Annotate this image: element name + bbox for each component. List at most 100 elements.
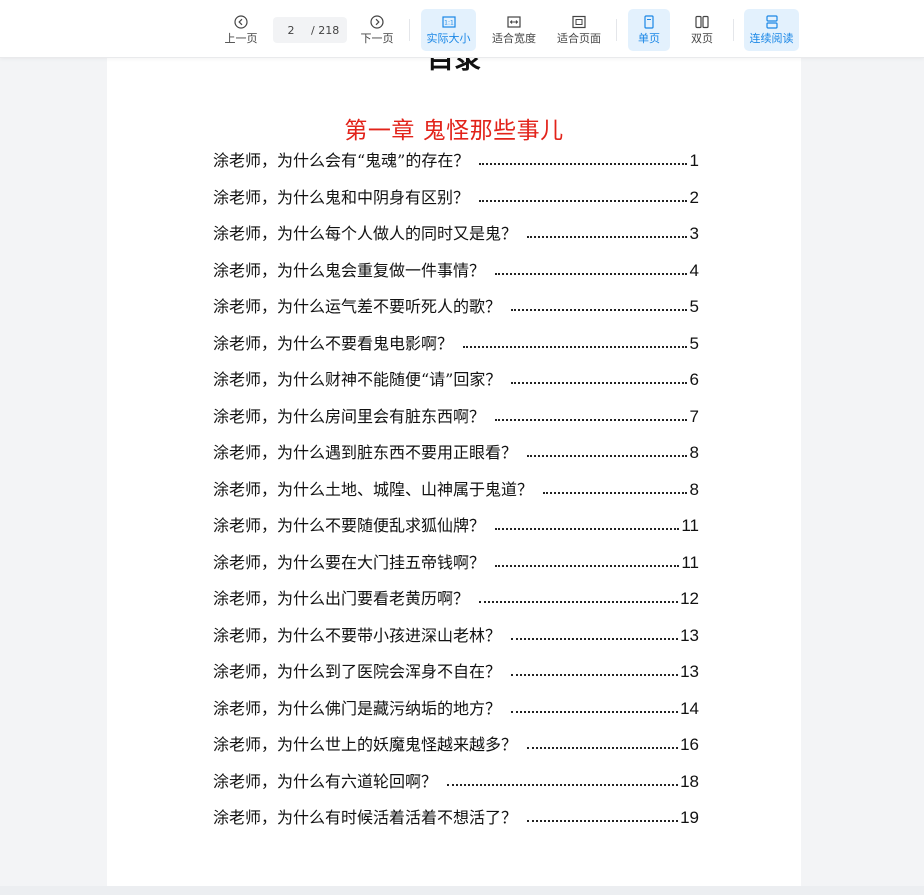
toc-entry-title: 涂老师，为什么运气差不要听死人的歌？ bbox=[213, 297, 502, 316]
toc-entry-page-number: 11 bbox=[681, 516, 699, 535]
toc-dot-leader bbox=[495, 417, 687, 421]
total-pages: / 218 bbox=[311, 23, 340, 37]
actual-size-label: 实际大小 bbox=[426, 32, 471, 45]
toc-dot-leader bbox=[511, 636, 679, 640]
chevron-left-circle-icon bbox=[234, 15, 248, 29]
toc-dot-leader bbox=[527, 453, 687, 457]
toc-entry-title: 涂老师，为什么世上的妖魔鬼怪越来越多？ bbox=[213, 735, 518, 754]
toc-entry-title: 涂老师，为什么遇到脏东西不要用正眼看？ bbox=[213, 443, 518, 462]
toc-dot-leader bbox=[479, 198, 687, 202]
double-page-label: 双页 bbox=[691, 32, 713, 45]
toc-entry[interactable]: 涂老师，为什么有时候活着活着不想活了？ 19 bbox=[213, 804, 699, 828]
next-page-button[interactable]: 下一页 bbox=[357, 9, 397, 51]
toolbar-divider bbox=[616, 19, 617, 41]
prev-page-button[interactable]: 上一页 bbox=[221, 9, 261, 51]
toc-entry-title: 涂老师，为什么财神不能随便“请”回家？ bbox=[213, 370, 502, 389]
toc-entry[interactable]: 涂老师，为什么有六道轮回啊？ 18 bbox=[213, 768, 699, 792]
toc-entry-page-number: 14 bbox=[680, 698, 699, 718]
single-page-button[interactable]: 单页 bbox=[628, 9, 670, 51]
svg-text:1:1: 1:1 bbox=[444, 20, 454, 27]
single-page-label: 单页 bbox=[638, 32, 660, 45]
next-page-label: 下一页 bbox=[360, 32, 394, 45]
toc-entry[interactable]: 涂老师，为什么不要带小孩进深山老林？ 13 bbox=[213, 622, 699, 646]
chevron-right-circle-icon bbox=[370, 15, 384, 29]
bottom-scroll-area bbox=[0, 886, 924, 895]
toc-entry-title: 涂老师，为什么会有“鬼魂”的存在？ bbox=[213, 151, 470, 170]
fit-width-button[interactable]: 适合宽度 bbox=[488, 9, 540, 51]
toc-entry-page-number: 6 bbox=[689, 370, 699, 389]
toc-entry[interactable]: 涂老师，为什么到了医院会浑身不自在？ 13 bbox=[213, 658, 699, 682]
document-viewer[interactable]: 目录 第一章 鬼怪那些事儿 涂老师，为什么会有“鬼魂”的存在？ 1 涂老师，为什么鬼… bbox=[0, 57, 924, 886]
toc-dot-leader bbox=[543, 490, 687, 494]
toc-entry-page-number: 8 bbox=[689, 479, 699, 499]
fit-width-label: 适合宽度 bbox=[492, 32, 536, 45]
toc-entry-title: 涂老师，为什么有六道轮回啊？ bbox=[213, 771, 438, 791]
toc-entry-page-number: 1 bbox=[689, 151, 699, 170]
toc-entry[interactable]: 涂老师，为什么土地、城隍、山神属于鬼道？ 8 bbox=[213, 476, 699, 500]
toc-entry[interactable]: 涂老师，为什么出门要看老黄历啊？ 12 bbox=[213, 585, 699, 609]
toc-dot-leader bbox=[479, 599, 679, 603]
toc-entry-page-number: 7 bbox=[689, 406, 699, 426]
toc-entry-page-number: 18 bbox=[680, 771, 699, 791]
toc-dot-leader bbox=[495, 271, 687, 275]
double-page-icon bbox=[695, 15, 709, 29]
continuous-reading-button[interactable]: 连续阅读 bbox=[744, 9, 799, 51]
toc-entry[interactable]: 涂老师，为什么不要看鬼电影啊？ 5 bbox=[213, 330, 699, 354]
toc-entry-title: 涂老师，为什么每个人做人的同时又是鬼？ bbox=[213, 224, 518, 243]
toc-dot-leader bbox=[495, 563, 680, 567]
toc-entry-title: 涂老师，为什么土地、城隍、山神属于鬼道？ bbox=[213, 479, 534, 499]
toc-entry-page-number: 11 bbox=[681, 552, 699, 572]
toc-entry-page-number: 4 bbox=[689, 260, 699, 280]
toc-dot-leader bbox=[511, 709, 679, 713]
toc-entry[interactable]: 涂老师，为什么每个人做人的同时又是鬼？ 3 bbox=[213, 220, 699, 244]
actual-size-icon: 1:1 bbox=[441, 15, 456, 29]
toc-entry[interactable]: 涂老师，为什么鬼会重复做一件事情？ 4 bbox=[213, 257, 699, 281]
fit-page-button[interactable]: 适合页面 bbox=[553, 9, 605, 51]
toc-entry-title: 涂老师，为什么鬼会重复做一件事情？ bbox=[213, 260, 486, 280]
toc-entry-page-number: 5 bbox=[689, 297, 699, 316]
toc-entry[interactable]: 涂老师，为什么财神不能随便“请”回家？ 6 bbox=[213, 366, 699, 390]
toc-entry[interactable]: 涂老师，为什么会有“鬼魂”的存在？ 1 bbox=[213, 147, 699, 171]
toc-entry-title: 涂老师，为什么出门要看老黄历啊？ bbox=[213, 589, 470, 608]
toc-entry[interactable]: 涂老师，为什么鬼和中阴身有区别？ 2 bbox=[213, 184, 699, 208]
toc-dot-leader bbox=[511, 380, 687, 384]
toc-entry-page-number: 19 bbox=[680, 808, 699, 827]
double-page-button[interactable]: 双页 bbox=[682, 9, 722, 51]
toc-entry[interactable]: 涂老师，为什么房间里会有脏东西啊？ 7 bbox=[213, 403, 699, 427]
toc-entry-title: 涂老师，为什么不要看鬼电影啊？ bbox=[213, 333, 454, 353]
toc-entry-page-number: 13 bbox=[680, 625, 699, 645]
toc-entry-title: 涂老师，为什么到了医院会浑身不自在？ bbox=[213, 662, 502, 681]
toc-entry[interactable]: 涂老师，为什么遇到脏东西不要用正眼看？ 8 bbox=[213, 439, 699, 463]
toc-dot-leader bbox=[511, 672, 679, 676]
toc-entry-title: 涂老师，为什么佛门是藏污纳垢的地方？ bbox=[213, 698, 502, 718]
toc-entry-page-number: 16 bbox=[680, 735, 699, 754]
continuous-scroll-icon bbox=[765, 15, 779, 29]
page-number-field[interactable]: 2 / 218 bbox=[273, 17, 347, 43]
fit-page-label: 适合页面 bbox=[557, 32, 601, 45]
fit-width-icon bbox=[507, 15, 521, 29]
toolbar-divider bbox=[409, 19, 410, 41]
toc-entry-page-number: 8 bbox=[689, 443, 699, 462]
toc-entry[interactable]: 涂老师，为什么佛门是藏污纳垢的地方？ 14 bbox=[213, 695, 699, 719]
toc-entry[interactable]: 涂老师，为什么不要随便乱求狐仙牌？ 11 bbox=[213, 512, 699, 536]
chapter-title: 第一章 鬼怪那些事儿 bbox=[344, 118, 564, 144]
toc-dot-leader bbox=[527, 745, 679, 749]
actual-size-button[interactable]: 1:1 实际大小 bbox=[421, 9, 476, 51]
continuous-reading-label: 连续阅读 bbox=[749, 32, 794, 45]
toc-entry-title: 涂老师，为什么鬼和中阴身有区别？ bbox=[213, 187, 470, 207]
toc-entry-title: 涂老师，为什么不要随便乱求狐仙牌？ bbox=[213, 516, 486, 535]
toc-dot-leader bbox=[527, 234, 687, 238]
toc-entry-page-number: 2 bbox=[689, 187, 699, 207]
document-page: 目录 第一章 鬼怪那些事儿 涂老师，为什么会有“鬼魂”的存在？ 1 涂老师，为什么鬼… bbox=[107, 57, 801, 886]
toc-entry-page-number: 5 bbox=[689, 333, 699, 353]
toc-entry[interactable]: 涂老师，为什么运气差不要听死人的歌？ 5 bbox=[213, 293, 699, 317]
fit-page-icon bbox=[572, 15, 586, 29]
current-page-input[interactable]: 2 bbox=[273, 24, 309, 37]
toc-entry-page-number: 3 bbox=[689, 224, 699, 243]
toc-dot-leader bbox=[511, 307, 687, 311]
toc-entry[interactable]: 涂老师，为什么要在大门挂五帝钱啊？ 11 bbox=[213, 549, 699, 573]
toc-entry-title: 涂老师，为什么房间里会有脏东西啊？ bbox=[213, 406, 486, 426]
toc-entry-page-number: 13 bbox=[680, 662, 699, 681]
toc-entry[interactable]: 涂老师，为什么世上的妖魔鬼怪越来越多？ 16 bbox=[213, 731, 699, 755]
toc-entry-page-number: 12 bbox=[680, 589, 699, 608]
